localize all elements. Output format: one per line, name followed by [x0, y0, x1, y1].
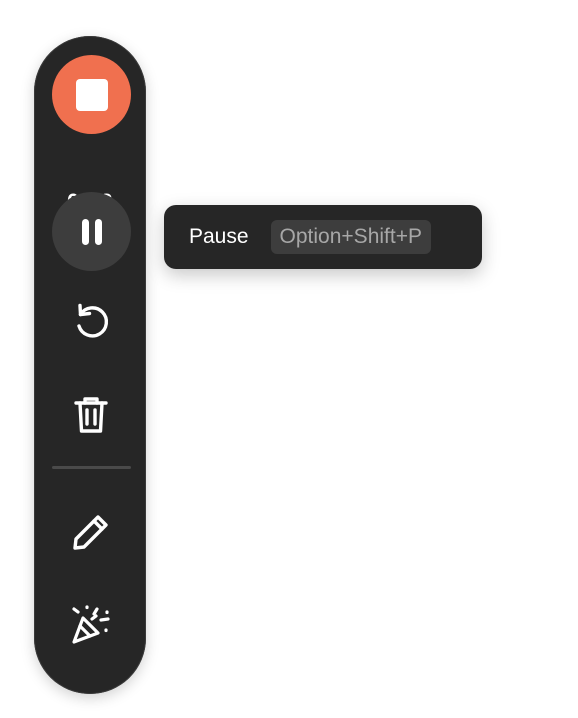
- restart-button[interactable]: [60, 291, 122, 353]
- restart-icon: [71, 302, 111, 342]
- pause-tooltip: Pause Option+Shift+P: [164, 205, 482, 269]
- pause-button[interactable]: [52, 192, 131, 271]
- keyboard-shortcut-badge: Option+Shift+P: [270, 220, 431, 254]
- screen: 0:22: [0, 0, 578, 718]
- stop-icon: [75, 78, 108, 111]
- pencil-icon: [71, 512, 111, 552]
- trash-icon: [73, 396, 109, 434]
- tooltip-label: Pause: [189, 225, 249, 248]
- confetti-icon: [70, 604, 112, 646]
- recording-toolbar: 0:22: [34, 36, 146, 694]
- effects-button[interactable]: [60, 594, 122, 656]
- draw-button[interactable]: [60, 501, 122, 563]
- stop-recording-button[interactable]: [52, 55, 131, 134]
- toolbar-divider: [52, 466, 131, 469]
- delete-button[interactable]: [60, 384, 122, 446]
- pause-icon: [77, 217, 107, 247]
